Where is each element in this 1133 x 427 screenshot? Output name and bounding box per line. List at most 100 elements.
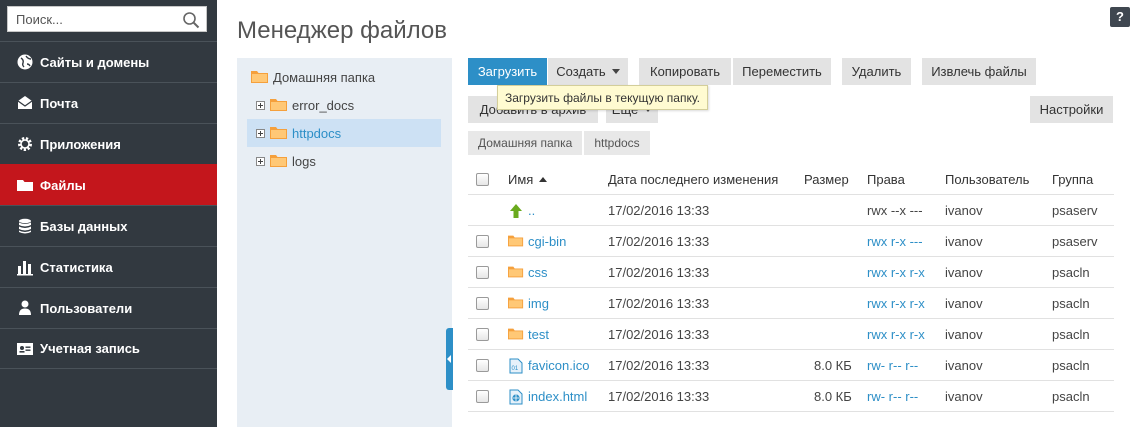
- owner-user: ivanov: [945, 265, 983, 280]
- folder-icon: [251, 71, 268, 83]
- sidebar-item-statistics[interactable]: Статистика: [0, 246, 217, 287]
- sidebar: Сайты и домены Почта Приложения Файлы Ба…: [0, 0, 217, 427]
- column-name[interactable]: Имя: [508, 164, 548, 195]
- table-row: 01 favicon.ico 17/02/2016 13:33 8.0 КБ r…: [468, 350, 1114, 381]
- owner-group: psaserv: [1052, 234, 1098, 249]
- modified-date: 17/02/2016 13:33: [608, 327, 710, 342]
- tree-item-httpdocs[interactable]: httpdocs: [247, 119, 441, 147]
- table-row: css 17/02/2016 13:33 rwx r-x r-x ivanov …: [468, 257, 1114, 288]
- tree-item-home[interactable]: Домашняя папка: [251, 63, 441, 91]
- folder-icon: [270, 127, 287, 139]
- sidebar-item-label: Базы данных: [40, 218, 128, 234]
- permissions-link[interactable]: rwx r-x r-x: [867, 288, 925, 319]
- modified-date: 17/02/2016 13:33: [608, 234, 710, 249]
- column-permissions[interactable]: Права: [867, 164, 905, 195]
- file-name-link[interactable]: ..: [528, 203, 535, 218]
- owner-user: ivanov: [945, 296, 983, 311]
- permissions-link[interactable]: rwx r-x ---: [867, 226, 923, 257]
- column-user[interactable]: Пользователь: [945, 164, 1029, 195]
- tree-item-label: logs: [292, 153, 316, 169]
- select-all-checkbox[interactable]: [476, 173, 489, 186]
- table-row: cgi-bin 17/02/2016 13:33 rwx r-x --- iva…: [468, 226, 1114, 257]
- sidebar-item-files[interactable]: Файлы: [0, 164, 217, 205]
- table-row: index.html 17/02/2016 13:33 8.0 КБ rw- r…: [468, 381, 1114, 412]
- table-row: .. 17/02/2016 13:33 rwx --x --- ivanov p…: [468, 195, 1114, 226]
- folder-icon: [16, 176, 34, 194]
- folder-tree: Домашняя папка error_docs httpdocs logs: [237, 58, 452, 427]
- row-checkbox[interactable]: [476, 235, 489, 248]
- file-name-link[interactable]: img: [528, 296, 549, 311]
- owner-user: ivanov: [945, 358, 983, 373]
- sidebar-nav: Сайты и домены Почта Приложения Файлы Ба…: [0, 41, 217, 369]
- row-checkbox[interactable]: [476, 266, 489, 279]
- create-button[interactable]: Создать: [548, 58, 628, 85]
- collapse-panel-handle[interactable]: [446, 328, 453, 390]
- modified-date: 17/02/2016 13:33: [608, 389, 710, 404]
- svg-text:01: 01: [512, 366, 519, 372]
- sidebar-item-users[interactable]: Пользователи: [0, 287, 217, 328]
- up-arrow-icon[interactable]: [508, 203, 524, 219]
- permissions-link[interactable]: rw- r-- r--: [867, 350, 918, 381]
- tree-item-error-docs[interactable]: error_docs: [247, 91, 441, 119]
- sidebar-item-label: Пользователи: [40, 300, 133, 316]
- row-checkbox[interactable]: [476, 390, 489, 403]
- id-card-icon: [16, 340, 34, 358]
- column-group[interactable]: Группа: [1052, 164, 1093, 195]
- tree-item-logs[interactable]: logs: [247, 147, 441, 175]
- breadcrumb-home[interactable]: Домашняя папка: [468, 131, 583, 155]
- expand-icon[interactable]: [256, 100, 265, 110]
- html-file-icon: [508, 389, 524, 405]
- row-checkbox[interactable]: [476, 359, 489, 372]
- row-checkbox[interactable]: [476, 328, 489, 341]
- user-icon: [16, 299, 34, 317]
- delete-button[interactable]: Удалить: [842, 58, 911, 85]
- column-size[interactable]: Размер: [804, 164, 849, 195]
- extract-files-button[interactable]: Извлечь файлы: [922, 58, 1036, 85]
- sidebar-item-sites-domains[interactable]: Сайты и домены: [0, 41, 217, 82]
- sidebar-item-databases[interactable]: Базы данных: [0, 205, 217, 246]
- search-icon[interactable]: [182, 11, 200, 29]
- create-label: Создать: [556, 64, 606, 79]
- file-name-link[interactable]: index.html: [528, 389, 587, 404]
- upload-button[interactable]: Загрузить: [468, 58, 547, 85]
- owner-group: psacln: [1052, 389, 1090, 404]
- permissions-link[interactable]: rwx r-x r-x: [867, 319, 925, 350]
- sidebar-item-account[interactable]: Учетная запись: [0, 328, 217, 369]
- file-name-link[interactable]: test: [528, 327, 549, 342]
- expand-icon[interactable]: [256, 156, 265, 166]
- permissions-link[interactable]: rwx r-x r-x: [867, 257, 925, 288]
- copy-button[interactable]: Копировать: [639, 58, 731, 85]
- file-size: 8.0 КБ: [814, 389, 852, 404]
- owner-group: psacln: [1052, 358, 1090, 373]
- sidebar-item-label: Сайты и домены: [40, 54, 150, 70]
- permissions-link[interactable]: rw- r-- r--: [867, 381, 918, 412]
- expand-icon[interactable]: [256, 128, 265, 138]
- sidebar-item-mail[interactable]: Почта: [0, 82, 217, 123]
- file-name-link[interactable]: css: [528, 265, 548, 280]
- folder-icon: [270, 99, 287, 111]
- gear-icon: [16, 135, 34, 153]
- binary-file-icon: 01: [508, 358, 524, 374]
- settings-button[interactable]: Настройки: [1030, 96, 1113, 123]
- help-button[interactable]: ?: [1110, 7, 1130, 27]
- owner-group: psacln: [1052, 327, 1090, 342]
- owner-user: ivanov: [945, 389, 983, 404]
- owner-group: psacln: [1052, 296, 1090, 311]
- folder-icon: [508, 327, 524, 343]
- column-modified[interactable]: Дата последнего изменения: [608, 164, 778, 195]
- sidebar-item-applications[interactable]: Приложения: [0, 123, 217, 164]
- modified-date: 17/02/2016 13:33: [608, 296, 710, 311]
- tree-item-label: error_docs: [292, 97, 355, 113]
- breadcrumb-httpdocs[interactable]: httpdocs: [584, 131, 650, 155]
- file-name-link[interactable]: favicon.ico: [528, 358, 589, 373]
- move-button[interactable]: Переместить: [733, 58, 831, 85]
- search-input[interactable]: [8, 7, 178, 31]
- tree-item-label: Домашняя папка: [273, 69, 376, 85]
- table-header: Имя Дата последнего изменения Размер Пра…: [468, 164, 1114, 195]
- modified-date: 17/02/2016 13:33: [608, 358, 710, 373]
- file-size: 8.0 КБ: [814, 358, 852, 373]
- row-checkbox[interactable]: [476, 297, 489, 310]
- bar-chart-icon: [16, 258, 34, 276]
- table-row: test 17/02/2016 13:33 rwx r-x r-x ivanov…: [468, 319, 1114, 350]
- file-name-link[interactable]: cgi-bin: [528, 234, 566, 249]
